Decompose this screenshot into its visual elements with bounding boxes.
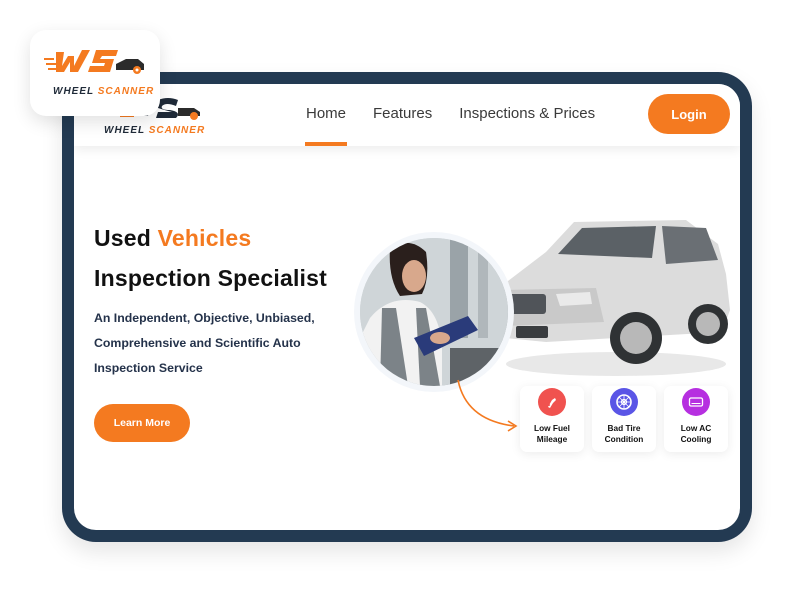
feature-label: Low AC Cooling xyxy=(664,423,728,445)
hero-subtitle: An Independent, Objective, Unbiased, Com… xyxy=(94,306,354,381)
ac-unit-icon xyxy=(682,388,710,416)
hero-subtitle-line1: An Independent, Objective, Unbiased, xyxy=(94,311,315,325)
feature-card-low-fuel[interactable]: Low Fuel Mileage xyxy=(520,386,584,452)
navbar: WHEEL SCANNER Home Features Inspections … xyxy=(74,84,740,146)
nav-logo-text: WHEEL SCANNER xyxy=(104,125,205,136)
nav-item-home[interactable]: Home xyxy=(304,84,348,146)
feature-label-line1: Low AC xyxy=(680,423,712,433)
website-screen: WHEEL SCANNER Home Features Inspections … xyxy=(74,84,740,530)
feature-label: Low Fuel Mileage xyxy=(520,423,584,445)
feature-label: Bad Tire Condition xyxy=(592,423,656,445)
feature-label-line2: Cooling xyxy=(680,434,712,444)
ws-logo-icon xyxy=(44,50,144,74)
curved-arrow-icon xyxy=(457,379,518,432)
brand-name-part1: WHEEL xyxy=(53,86,94,97)
nav-item-inspections-prices[interactable]: Inspections & Prices xyxy=(459,84,595,146)
inspector-photo xyxy=(360,238,508,386)
feature-label-line1: Bad Tire xyxy=(607,423,641,433)
feature-card-bad-tire[interactable]: Bad Tire Condition xyxy=(592,386,656,452)
brand-name-part1: WHEEL xyxy=(104,125,145,136)
hero-title: Used Vehicles Inspection Specialist xyxy=(94,218,327,298)
hero-subtitle-line3: Inspection Service xyxy=(94,361,203,375)
hero-title-part1: Used xyxy=(94,225,158,251)
feature-label-line2: Condition xyxy=(604,434,644,444)
nav-item-features[interactable]: Features xyxy=(373,84,432,146)
feature-card-low-ac[interactable]: Low AC Cooling xyxy=(664,386,728,452)
inspector-woman-image xyxy=(360,238,508,386)
login-button[interactable]: Login xyxy=(648,94,730,134)
nav-links: Home Features Inspections & Prices xyxy=(304,84,622,146)
feature-label-line2: Mileage xyxy=(536,434,568,444)
badge-logo-text: WHEEL SCANNER xyxy=(53,86,154,97)
tire-icon xyxy=(610,388,638,416)
brand-name-part2: SCANNER xyxy=(97,86,155,97)
hero-title-line2: Inspection Specialist xyxy=(94,265,327,291)
suv-car-image xyxy=(498,220,730,376)
fuel-pump-icon xyxy=(538,388,566,416)
logo-badge: WHEEL SCANNER xyxy=(30,30,160,116)
hero-subtitle-line2: Comprehensive and Scientific Auto xyxy=(94,336,301,350)
hero-title-line1: Used Vehicles xyxy=(94,218,327,258)
learn-more-button[interactable]: Learn More xyxy=(94,404,190,442)
hero-title-accent: Vehicles xyxy=(157,225,252,251)
feature-label-line1: Low Fuel xyxy=(534,423,570,433)
brand-name-part2: SCANNER xyxy=(148,125,206,136)
